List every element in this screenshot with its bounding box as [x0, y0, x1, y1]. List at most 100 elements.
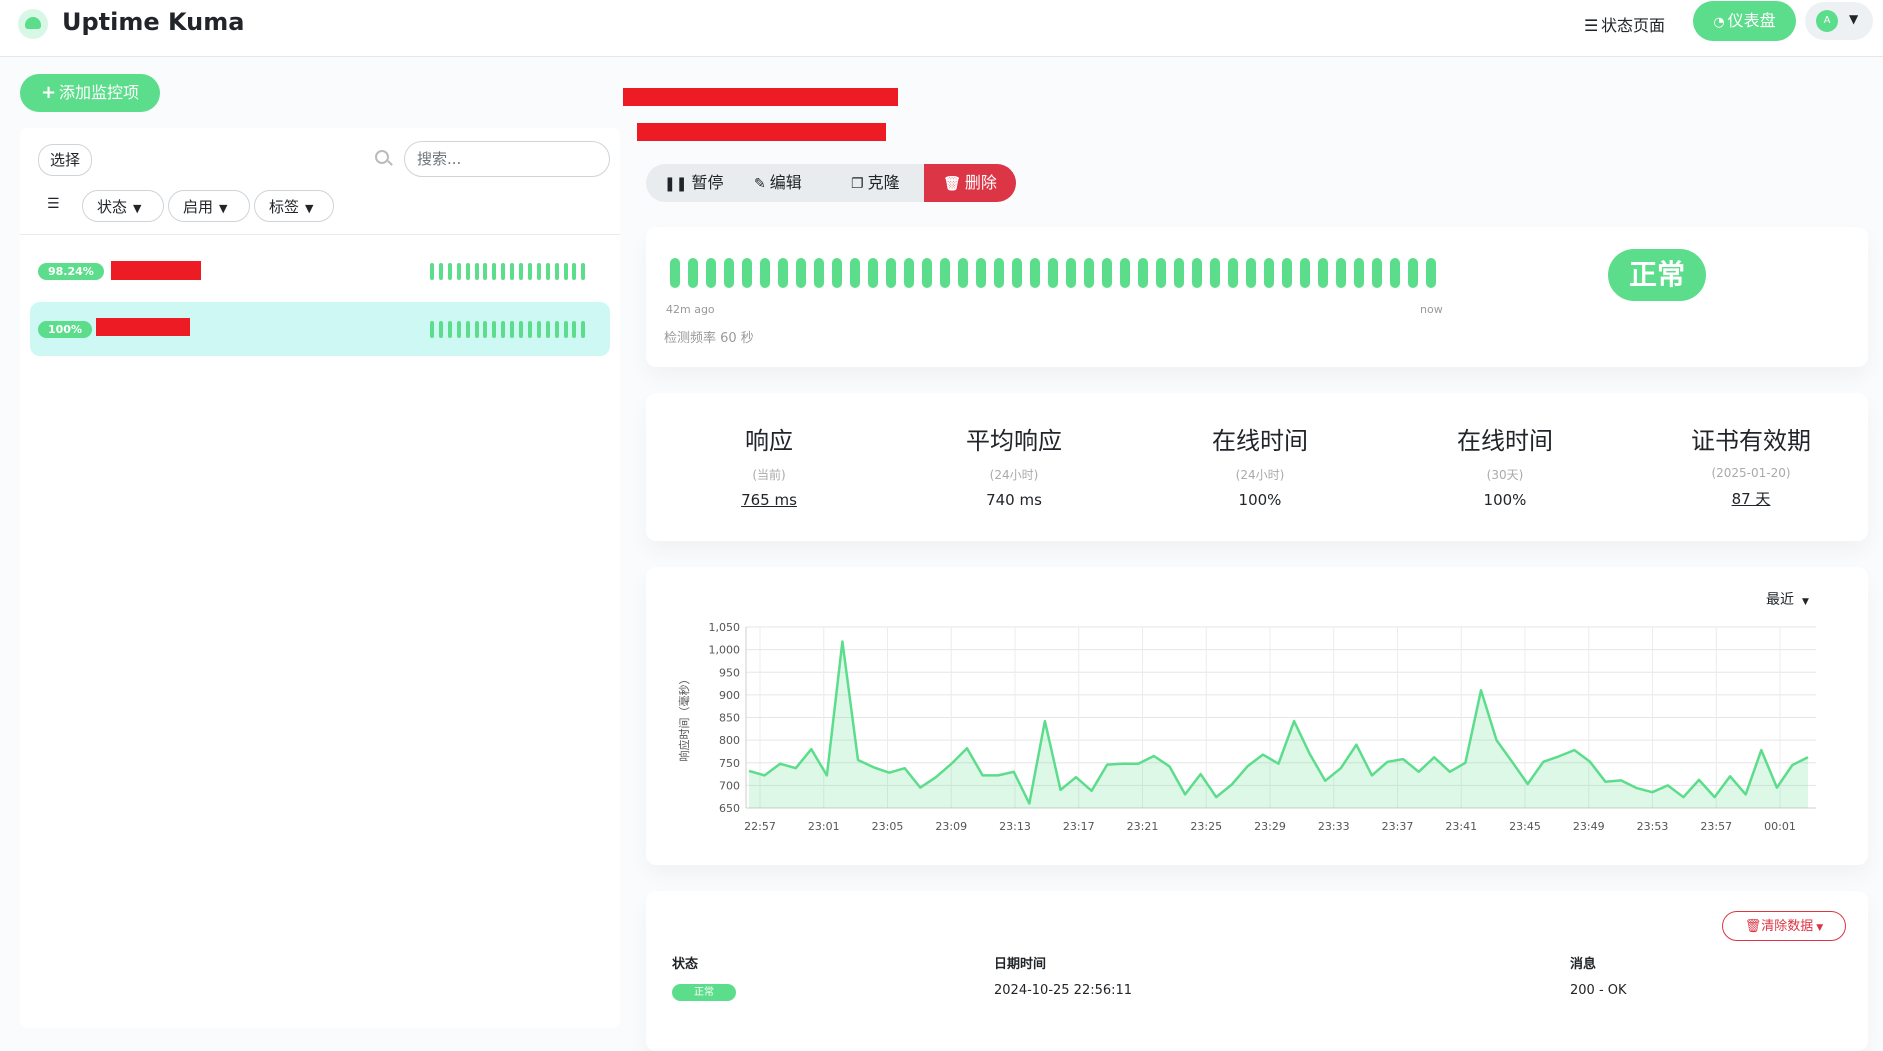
- heartbeat-tick: [688, 258, 698, 288]
- x-tick-label: 23:53: [1637, 820, 1669, 833]
- select-button[interactable]: 选择: [38, 144, 92, 176]
- stat-subtitle: (24小时): [1235, 468, 1285, 482]
- delete-button[interactable]: 🗑 删除: [924, 164, 1016, 202]
- response-time-chart: 1,050 1,000 950 900 850 800 750 700 650 22:57 23:0…: [677, 621, 1816, 833]
- stat-subtitle: (2025-01-20): [1711, 466, 1791, 480]
- search-icon: [375, 150, 389, 164]
- clear-data-button[interactable]: 🗑清除数据 ▼: [1722, 911, 1846, 941]
- heartbeat-tick: [814, 258, 824, 288]
- chevron-down-icon: ▼: [219, 202, 228, 215]
- chevron-down-icon: ▼: [305, 202, 314, 215]
- x-tick-label: 23:17: [1063, 820, 1095, 833]
- heartbeat-tick: [545, 321, 550, 338]
- column-header-datetime: 日期时间: [994, 957, 1047, 972]
- clear-data-label: 清除数据: [1761, 919, 1814, 934]
- heartbeat-tick: [940, 258, 950, 288]
- heartbeat-end-label: now: [1420, 303, 1443, 316]
- add-monitor-button[interactable]: + 添加监控项: [20, 74, 160, 112]
- filter-lines-icon[interactable]: ☰: [47, 196, 60, 212]
- heartbeat-tick: [438, 321, 443, 338]
- pause-button[interactable]: ❚❚ 暂停: [664, 164, 723, 202]
- pause-icon: ❚❚: [664, 176, 688, 192]
- heartbeat-tick: [706, 258, 716, 288]
- uptime-badge: 100%: [38, 321, 92, 338]
- heartbeat-tick: [510, 263, 515, 280]
- event-message: 200 - OK: [1570, 983, 1627, 998]
- redacted-monitor-name: [96, 318, 190, 336]
- search-input[interactable]: [404, 141, 610, 177]
- heartbeat-tick: [1318, 258, 1328, 288]
- heartbeat-tick: [796, 258, 806, 288]
- dashboard-label: 仪表盘: [1727, 11, 1776, 30]
- heartbeat-tick: [519, 321, 523, 338]
- y-tick-label: 850: [719, 712, 740, 725]
- heartbeat-tick: [868, 258, 878, 288]
- filter-active-dropdown[interactable]: 启用 ▼: [168, 190, 250, 222]
- heartbeat-tick: [760, 258, 770, 288]
- filter-tags-dropdown[interactable]: 标签 ▼: [254, 190, 334, 222]
- heartbeat-tick: [904, 258, 914, 288]
- heartbeat-tick: [1228, 258, 1238, 288]
- x-tick-label: 23:25: [1190, 820, 1222, 833]
- x-tick-label: 23:21: [1127, 820, 1159, 833]
- filter-active-label: 启用: [183, 198, 214, 216]
- y-tick-label: 1,000: [709, 644, 741, 657]
- heartbeat-tick: [1354, 258, 1364, 288]
- heartbeat-tick: [886, 258, 896, 288]
- y-tick-label: 950: [719, 666, 740, 679]
- y-tick-label: 900: [719, 689, 740, 702]
- heartbeat-tick: [501, 263, 506, 280]
- heartbeat-tick: [430, 321, 434, 338]
- y-tick-label: 750: [719, 757, 740, 770]
- heartbeat-tick: [581, 263, 586, 280]
- stat-title: 证书有效期: [1691, 427, 1811, 455]
- user-menu-dropdown[interactable]: A ▼: [1805, 2, 1873, 40]
- heartbeat-tick: [1012, 258, 1022, 288]
- stat-value: 100%: [1238, 491, 1282, 509]
- app-title[interactable]: Uptime Kuma: [62, 8, 244, 36]
- redacted-monitor-name: [111, 261, 201, 280]
- heartbeat-tick: [456, 263, 461, 280]
- heartbeat-tick: [778, 258, 788, 288]
- uptime-kuma-logo-icon[interactable]: [18, 9, 48, 39]
- trash-icon: 🗑: [943, 176, 961, 192]
- x-tick-label: 23:37: [1382, 820, 1414, 833]
- heartbeat-tick: [510, 321, 515, 338]
- heartbeat-tick: [465, 263, 470, 280]
- stat-title: 平均响应: [966, 427, 1062, 455]
- filter-status-dropdown[interactable]: 状态 ▼: [82, 190, 164, 222]
- heartbeat-tick: [1102, 258, 1112, 288]
- heartbeat-tick: [563, 263, 568, 280]
- heartbeat-tick: [1174, 258, 1184, 288]
- heartbeat-tick: [976, 258, 986, 288]
- heartbeat-tick: [1156, 258, 1166, 288]
- stat-value-link[interactable]: 765 ms: [646, 491, 892, 509]
- redacted-monitor-title: [623, 88, 898, 106]
- heartbeat-tick: [1030, 258, 1040, 288]
- stat-value: 740 ms: [986, 491, 1042, 509]
- divider: [20, 234, 620, 235]
- heartbeat-tick: [1372, 258, 1382, 288]
- heartbeat-tick: [1138, 258, 1148, 288]
- heartbeat-tick: [554, 321, 559, 338]
- heartbeat-tick: [1192, 258, 1202, 288]
- check-interval-label: 检测频率 60 秒: [664, 331, 754, 346]
- heartbeat-tick: [554, 263, 559, 280]
- status-page-link[interactable]: ☰ 状态页面: [1584, 12, 1665, 36]
- heartbeat-start-label: 42m ago: [666, 303, 715, 316]
- heartbeat-tick: [465, 321, 470, 338]
- heartbeat-tick: [492, 263, 497, 280]
- dashboard-button[interactable]: ◔ 仪表盘: [1693, 1, 1796, 41]
- heartbeat-tick: [456, 321, 461, 338]
- clone-button[interactable]: ❐ 克隆: [851, 164, 900, 202]
- event-status-badge: 正常: [672, 984, 736, 1001]
- event-datetime: 2024-10-25 22:56:11: [994, 983, 1133, 998]
- heartbeat-tick: [581, 321, 586, 338]
- heartbeat-tick: [563, 321, 568, 338]
- y-tick-label: 1,050: [709, 621, 741, 634]
- edit-button[interactable]: ✎ 编辑: [754, 164, 802, 202]
- stat-response: 响应 (当前) 765 ms: [646, 421, 892, 509]
- monitor-list-item-selected[interactable]: 100%: [30, 302, 610, 356]
- monitor-list-item[interactable]: 98.24%: [30, 244, 610, 298]
- stat-value-link[interactable]: 87 天: [1628, 488, 1874, 509]
